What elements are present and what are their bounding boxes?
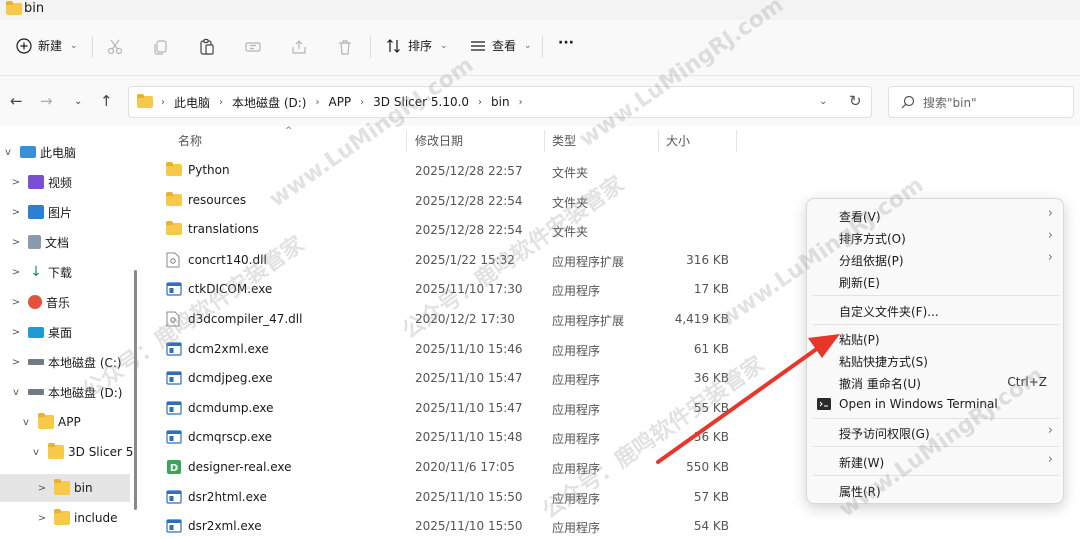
- annotation-arrow: [656, 334, 840, 464]
